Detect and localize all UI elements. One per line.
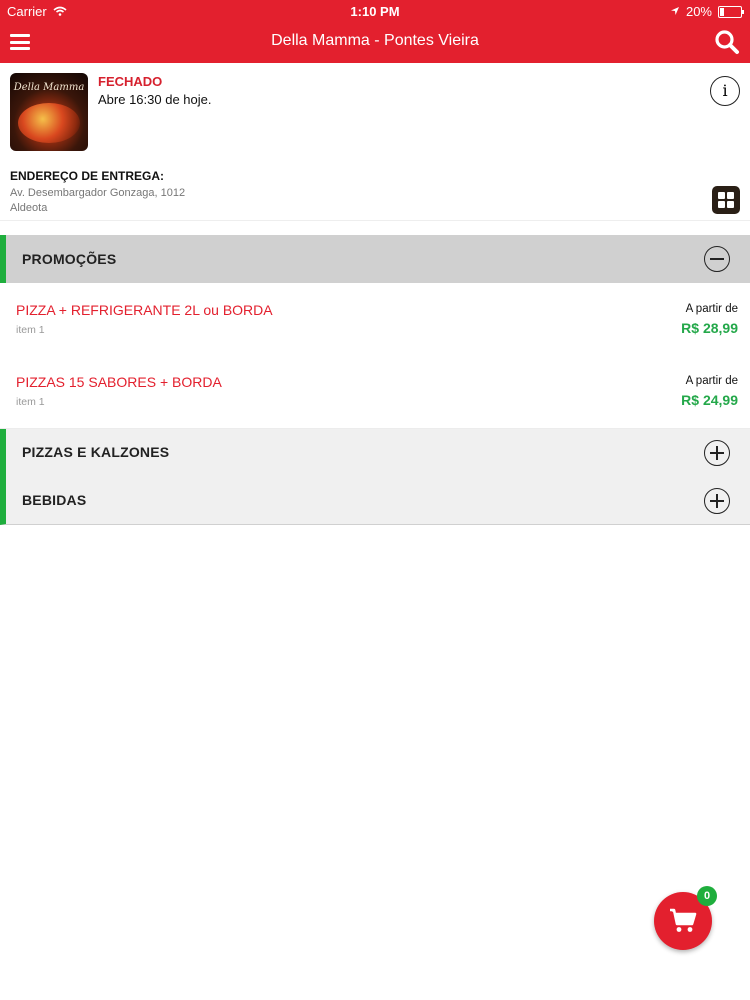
expand-icon[interactable] <box>704 440 730 466</box>
opening-hours: Abre 16:30 de hoje. <box>98 92 212 107</box>
info-icon[interactable]: i <box>710 76 740 106</box>
item-name: PIZZAS 15 SABORES + BORDA <box>16 374 222 390</box>
nav-bar: Della Mamma - Pontes Vieira <box>0 22 750 63</box>
item-name: PIZZA + REFRIGERANTE 2L ou BORDA <box>16 302 273 318</box>
section-promocoes[interactable]: PROMOÇÕES <box>0 235 750 283</box>
restaurant-status: FECHADO <box>98 74 163 89</box>
grid-view-icon[interactable] <box>712 186 740 214</box>
item-subtitle: item 1 <box>16 396 45 408</box>
menu-item[interactable]: PIZZA + REFRIGERANTE 2L ou BORDA item 1 … <box>0 284 750 357</box>
section-pizzas-kalzones[interactable]: PIZZAS E KALZONES <box>0 429 750 477</box>
nav-title: Della Mamma - Pontes Vieira <box>271 32 479 49</box>
battery-percent: 20% <box>685 4 712 19</box>
cart-count-badge: 0 <box>697 886 717 906</box>
status-bar: Carrier 1:10 PM 20% <box>0 0 750 22</box>
restaurant-logo: Della Mamma <box>10 73 88 151</box>
section-bebidas[interactable]: BEBIDAS <box>0 477 750 525</box>
restaurant-header: Della Mamma FECHADO Abre 16:30 de hoje. … <box>0 63 750 221</box>
expand-icon[interactable] <box>704 488 730 514</box>
address-district: Aldeota <box>10 202 48 214</box>
logo-text: Della Mamma <box>13 82 85 93</box>
status-time: 1:10 PM <box>350 4 400 19</box>
item-from-label: A partir de <box>685 375 738 387</box>
section-label: PIZZAS E KALZONES <box>22 444 170 460</box>
item-subtitle: item 1 <box>16 324 45 336</box>
app-screen: Carrier 1:10 PM 20% Della Mamma - Pontes… <box>0 0 750 1000</box>
section-label: BEBIDAS <box>22 492 87 508</box>
address-street: Av. Desembargador Gonzaga, 1012 <box>10 187 186 199</box>
item-price: R$ 28,99 <box>681 320 738 336</box>
location-arrow-icon <box>670 4 680 19</box>
section-label: PROMOÇÕES <box>22 251 117 267</box>
collapse-icon[interactable] <box>704 246 730 272</box>
item-from-label: A partir de <box>685 303 738 315</box>
battery-icon <box>718 5 744 18</box>
cart-icon <box>670 908 697 932</box>
pizza-image <box>18 103 80 143</box>
address-label: ENDEREÇO DE ENTREGA: <box>10 169 165 183</box>
item-price: R$ 24,99 <box>681 392 738 408</box>
search-icon[interactable] <box>714 29 740 55</box>
menu-item[interactable]: PIZZAS 15 SABORES + BORDA item 1 A parti… <box>0 356 750 429</box>
top-bar: Carrier 1:10 PM 20% Della Mamma - Pontes… <box>0 0 750 63</box>
